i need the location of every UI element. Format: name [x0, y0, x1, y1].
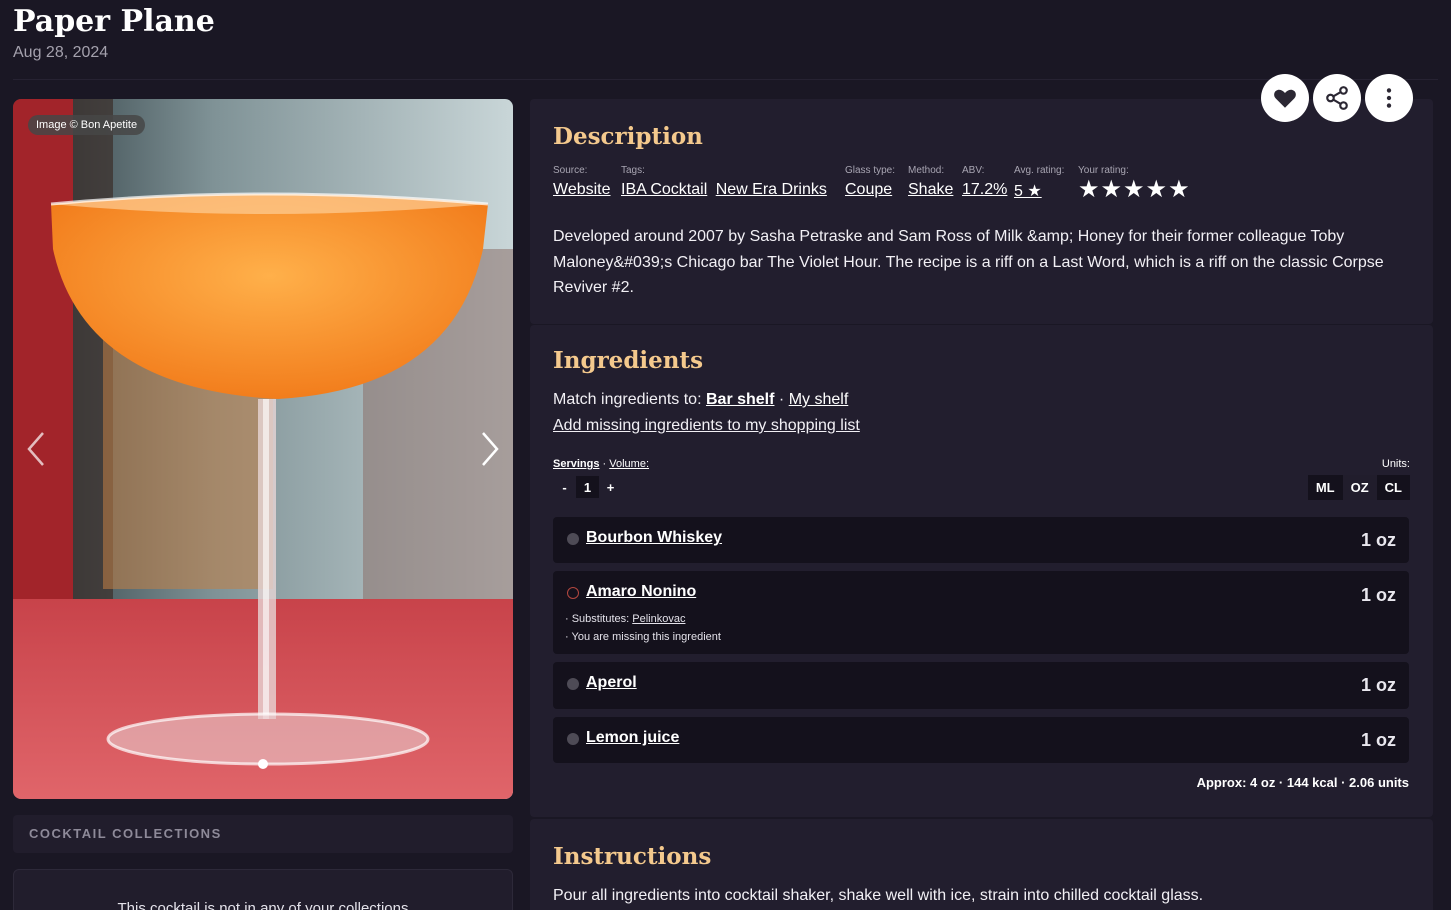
- add-missing-to-shopping-list-link[interactable]: Add missing ingredients to my shopping l…: [553, 417, 860, 435]
- ingredient-row: Aperol 1 oz: [553, 662, 1409, 709]
- collections-empty-text: This cocktail is not in any of your coll…: [117, 900, 409, 910]
- source-link[interactable]: Website: [553, 181, 611, 198]
- abv-link[interactable]: 17.2%: [962, 181, 1007, 198]
- ingredient-row: Amaro Nonino 1 oz · Substitutes: Pelinko…: [553, 571, 1409, 654]
- match-prefix: Match ingredients to:: [553, 391, 702, 408]
- meta-abv: ABV: 17.2%: [962, 165, 1007, 199]
- star-rating-input[interactable]: ★★★★★: [1078, 176, 1191, 203]
- instructions-panel: Instructions Pour all ingredients into c…: [530, 819, 1433, 910]
- ingredient-substitutes: · Substitutes: Pelinkovac: [565, 613, 685, 625]
- chevron-right-icon[interactable]: [475, 429, 505, 469]
- page-title: Paper Plane: [13, 4, 215, 39]
- servings-value[interactable]: 1: [576, 476, 599, 498]
- description-heading: Description: [553, 123, 703, 150]
- increase-servings-button[interactable]: +: [599, 476, 622, 498]
- favorite-button[interactable]: [1261, 74, 1309, 122]
- meta-glass: Glass type: Coupe: [845, 165, 895, 199]
- ingredient-amount: 1 oz: [1360, 675, 1396, 695]
- collections-heading: COCKTAIL COLLECTIONS: [13, 815, 513, 853]
- description-text: Developed around 2007 by Sasha Petraske …: [553, 228, 1384, 296]
- meta-source: Source: Website: [553, 165, 611, 199]
- cocktail-photo: [13, 99, 513, 799]
- ingredient-name-link[interactable]: Amaro Nonino: [586, 583, 696, 601]
- unit-oz-button[interactable]: OZ: [1342, 475, 1377, 500]
- ingredient-name-link[interactable]: Aperol: [586, 674, 637, 692]
- unit-cl-button[interactable]: CL: [1376, 475, 1410, 500]
- carousel-dot[interactable]: [258, 759, 268, 769]
- units-selector: ML OZ CL: [1307, 475, 1410, 500]
- method-label: Method:: [908, 165, 945, 176]
- abv-label: ABV:: [962, 165, 985, 176]
- ingredient-name-link[interactable]: Bourbon Whiskey: [586, 529, 722, 547]
- servings-tab[interactable]: Servings: [553, 458, 599, 470]
- units-label: Units:: [1381, 458, 1410, 470]
- recipe-meta: Source: Website Tags: IBA Cocktail New E…: [553, 165, 1410, 205]
- match-my-shelf-link[interactable]: My shelf: [789, 391, 849, 408]
- ingredients-heading: Ingredients: [553, 347, 704, 374]
- decrease-servings-button[interactable]: -: [553, 476, 576, 498]
- servings-volume-toggle: Servings · Volume:: [553, 458, 649, 470]
- substitutes-label: · Substitutes:: [565, 613, 630, 625]
- cocktail-image-carousel: Image © Bon Apetite: [13, 99, 513, 799]
- instructions-text: Pour all ingredients into cocktail shake…: [553, 887, 1204, 904]
- match-ingredients: Match ingredients to: Bar shelf · My she…: [553, 391, 848, 409]
- approx-summary: Approx: 4 oz · 144 kcal · 2.06 units: [1196, 775, 1409, 790]
- ingredient-amount: 1 oz: [1360, 730, 1396, 750]
- more-options-button[interactable]: [1365, 74, 1413, 122]
- tag-link[interactable]: IBA Cocktail: [621, 181, 707, 198]
- share-icon: [1326, 86, 1348, 110]
- avg-rating-link[interactable]: 5 ★: [1014, 183, 1042, 200]
- meta-your-rating: Your rating: ★★★★★: [1078, 165, 1191, 210]
- volume-tab[interactable]: Volume:: [609, 458, 649, 470]
- page-header: Paper Plane Aug 28, 2024: [13, 0, 1438, 80]
- source-label: Source:: [553, 165, 588, 176]
- tags-label: Tags:: [621, 165, 645, 176]
- action-buttons: [1261, 74, 1413, 122]
- glass-link[interactable]: Coupe: [845, 181, 892, 198]
- instructions-heading: Instructions: [553, 843, 712, 870]
- unit-ml-button[interactable]: ML: [1307, 475, 1343, 500]
- ingredient-status-dot: [567, 533, 579, 545]
- ingredient-row: Bourbon Whiskey 1 oz: [553, 517, 1409, 563]
- chevron-left-icon[interactable]: [21, 429, 51, 469]
- collections-empty-state: This cocktail is not in any of your coll…: [13, 869, 513, 910]
- ingredient-missing-note: · You are missing this ingredient: [565, 631, 721, 643]
- ingredient-missing-dot: [567, 587, 579, 599]
- ingredient-name-link[interactable]: Lemon juice: [586, 729, 679, 747]
- share-button[interactable]: [1313, 74, 1361, 122]
- glass-label: Glass type:: [845, 165, 896, 176]
- ingredient-row: Lemon juice 1 oz: [553, 717, 1409, 763]
- description-panel: Description Source: Website Tags: IBA Co…: [530, 99, 1433, 324]
- label-separator: ·: [602, 458, 607, 470]
- ingredient-status-dot: [567, 678, 579, 690]
- ingredient-amount: 1 oz: [1360, 585, 1396, 605]
- meta-tags: Tags: IBA Cocktail New Era Drinks: [621, 165, 827, 199]
- carousel-indicator: [13, 759, 513, 769]
- match-bar-shelf-link[interactable]: Bar shelf: [706, 391, 774, 408]
- more-vertical-icon: [1386, 88, 1392, 108]
- servings-stepper: - 1 +: [553, 476, 622, 498]
- match-separator: ·: [778, 391, 785, 408]
- recipe-date: Aug 28, 2024: [13, 44, 109, 61]
- image-credit-badge: Image © Bon Apetite: [28, 115, 146, 135]
- meta-avg-rating: Avg. rating: 5 ★: [1014, 165, 1064, 201]
- meta-method: Method: Shake: [908, 165, 953, 199]
- ingredient-amount: 1 oz: [1360, 530, 1396, 550]
- ingredients-panel: Ingredients Match ingredients to: Bar sh…: [530, 325, 1433, 817]
- substitute-link[interactable]: Pelinkovac: [632, 613, 685, 625]
- heart-icon: [1274, 89, 1296, 108]
- avg-rating-label: Avg. rating:: [1014, 165, 1065, 176]
- method-link[interactable]: Shake: [908, 181, 953, 198]
- ingredient-status-dot: [567, 733, 579, 745]
- tag-link[interactable]: New Era Drinks: [716, 181, 827, 198]
